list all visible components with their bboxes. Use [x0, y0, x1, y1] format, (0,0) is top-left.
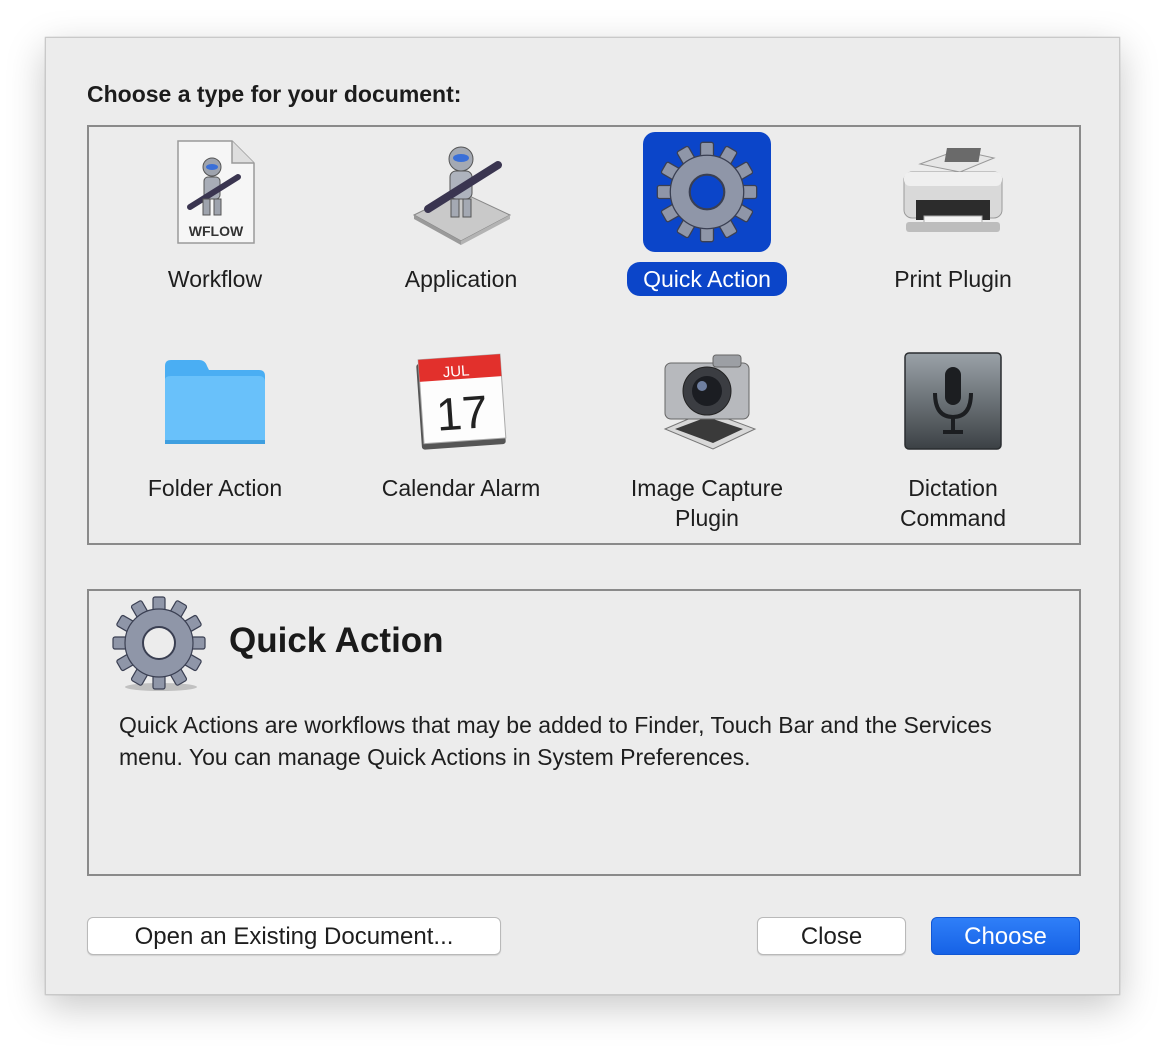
automator-robot-icon [397, 132, 525, 252]
type-item-application[interactable]: Application [338, 130, 584, 330]
gear-icon [109, 595, 209, 695]
type-label-folder-action: Folder Action [147, 475, 283, 501]
type-item-dictation-command[interactable]: Dictation Command [830, 339, 1076, 539]
type-item-folder-action[interactable]: Folder Action [92, 339, 338, 539]
type-item-workflow[interactable]: WFLOW Workflow [92, 130, 338, 330]
new-document-dialog: Choose a type for your document: WFLOW W… [45, 37, 1120, 995]
type-item-image-capture-plugin[interactable]: Image Capture Plugin [584, 339, 830, 539]
type-label-workflow: Workflow [167, 266, 263, 292]
close-button[interactable]: Close [757, 917, 906, 955]
workflow-badge: WFLOW [189, 223, 244, 239]
type-label-application: Application [404, 266, 518, 292]
microphone-icon [889, 341, 1017, 461]
type-label-dictation-command: Dictation Command [899, 475, 1007, 531]
type-item-print-plugin[interactable]: Print Plugin [830, 130, 1076, 330]
type-label-quick-action: Quick Action [627, 262, 787, 296]
dialog-prompt: Choose a type for your document: [87, 81, 462, 107]
open-existing-document-button[interactable]: Open an Existing Document... [87, 917, 501, 955]
calendar-month: JUL [442, 362, 470, 381]
type-label-print-plugin: Print Plugin [894, 266, 1012, 292]
choose-button[interactable]: Choose [931, 917, 1080, 955]
folder-icon [151, 341, 279, 461]
document-type-grid: WFLOW Workflow Application Quick Action … [87, 125, 1081, 545]
workflow-document-icon: WFLOW [151, 132, 279, 252]
type-label-calendar-alarm: Calendar Alarm [381, 475, 541, 501]
type-item-calendar-alarm[interactable]: JUL 17 Calendar Alarm [338, 339, 584, 539]
description-panel: Quick Action Quick Actions are workflows… [87, 589, 1081, 876]
gear-icon [643, 132, 771, 252]
calendar-day: 17 [435, 385, 490, 440]
description-title: Quick Action [229, 621, 444, 660]
type-label-image-capture-plugin: Image Capture Plugin [630, 475, 784, 531]
camera-icon [643, 341, 771, 461]
printer-icon [889, 132, 1017, 252]
description-text: Quick Actions are workflows that may be … [119, 712, 992, 770]
calendar-icon: JUL 17 [397, 341, 525, 461]
type-item-quick-action[interactable]: Quick Action [584, 130, 830, 330]
